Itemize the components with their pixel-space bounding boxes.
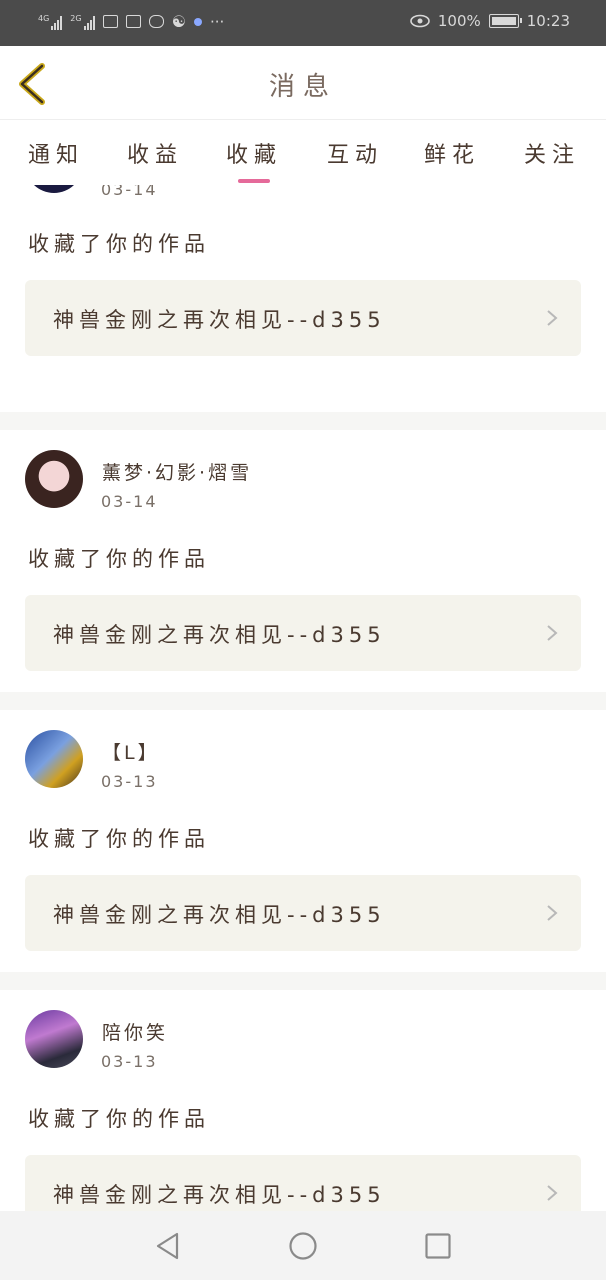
chevron-right-icon [547,905,558,921]
tab-following[interactable]: 关注 [524,137,580,169]
work-card[interactable]: 神兽金刚之再次相见--d355 [25,595,581,671]
username[interactable]: 【L】 [102,738,160,765]
tab-earnings[interactable]: 收益 [127,137,183,169]
chevron-right-icon [547,1185,558,1201]
action-text: 收藏了你的作品 [28,232,210,256]
date: 03-14 [101,185,158,199]
battery-icon [488,14,522,28]
page-title: 消息 [268,72,337,102]
signal-icon: 4G [38,14,63,30]
work-card[interactable]: 神兽金刚之再次相见--d355 [25,1155,581,1211]
app-icon [148,15,164,28]
list-item: 【L】 03-13 收藏了你的作品 神兽金刚之再次相见--d355 [0,710,606,972]
list-item: 薰梦·幻影·熠雪 03-14 收藏了你的作品 神兽金刚之再次相见--d355 [0,430,606,692]
message-list[interactable]: 03-14 收藏了你的作品 神兽金刚之再次相见--d355 薰梦·幻影·熠雪 0… [0,185,606,1211]
list-item: 陪你笑 03-13 收藏了你的作品 神兽金刚之再次相见--d355 [0,990,606,1211]
tab-favorites[interactable]: 收藏 [226,137,282,169]
avatar[interactable] [25,450,83,508]
signal-icon: 2G [70,14,95,30]
action-text: 收藏了你的作品 [28,547,210,571]
image-icon [125,15,141,28]
list-item: 03-14 收藏了你的作品 神兽金刚之再次相见--d355 [0,185,606,412]
chevron-right-icon [547,625,558,641]
status-right: 100% 10:23 [410,12,570,30]
work-card[interactable]: 神兽金刚之再次相见--d355 [25,280,581,356]
date: 03-14 [101,492,158,511]
notification-icon [102,15,118,28]
header-bar: 消息 [0,46,606,120]
triangle-back-icon[interactable] [153,1231,183,1261]
app-badge-icon [193,17,202,26]
username[interactable]: 薰梦·幻影·熠雪 [102,458,252,485]
eye-icon [410,14,430,28]
tab-notifications[interactable]: 通知 [28,137,84,169]
action-text: 收藏了你的作品 [28,1107,210,1131]
avatar[interactable] [25,1010,83,1068]
tab-bar: 通知 收益 收藏 互动 鲜花 关注 [0,121,606,185]
work-title: 神兽金刚之再次相见--d355 [53,1183,386,1207]
work-card[interactable]: 神兽金刚之再次相见--d355 [25,875,581,951]
avatar[interactable] [25,185,83,193]
battery-percent: 100% [437,12,481,30]
work-title: 神兽金刚之再次相见--d355 [53,903,386,927]
status-bar: 4G 2G ☯ ··· 100% 10:23 [0,0,606,46]
system-nav-bar [0,1211,606,1280]
clock: 10:23 [526,12,570,30]
action-text: 收藏了你的作品 [28,827,210,851]
work-title: 神兽金刚之再次相见--d355 [53,623,386,647]
avatar[interactable] [25,730,83,788]
more-icon: ··· [209,12,225,31]
date: 03-13 [101,1052,158,1071]
circle-home-icon[interactable] [288,1231,318,1261]
date: 03-13 [101,772,158,791]
qq-icon: ☯ [171,12,186,31]
tab-flowers[interactable]: 鲜花 [424,137,480,169]
status-left: 4G 2G ☯ ··· [38,12,224,31]
square-recent-icon[interactable] [423,1231,453,1261]
chevron-right-icon [547,310,558,326]
tab-interactions[interactable]: 互动 [327,137,383,169]
active-tab-indicator [238,179,270,183]
username[interactable]: 陪你笑 [102,1018,168,1045]
work-title: 神兽金刚之再次相见--d355 [53,308,386,332]
